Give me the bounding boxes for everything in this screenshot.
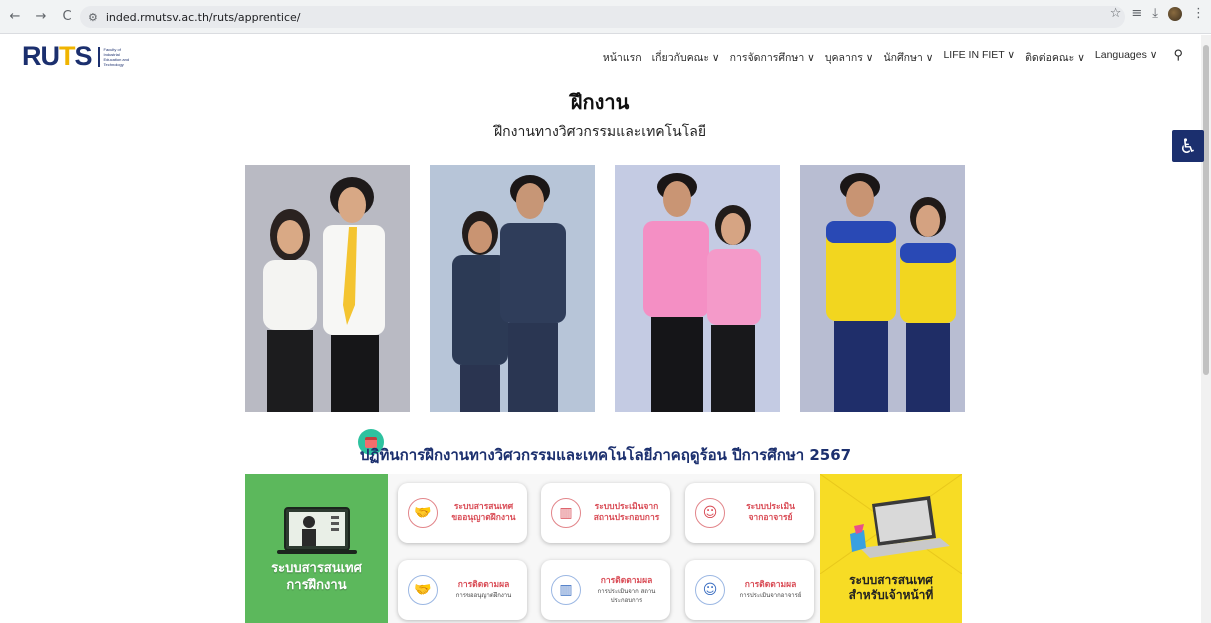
menu-item-education[interactable]: การจัดการศึกษา ∨ — [730, 49, 815, 66]
page-subtitle: ฝึกงานทางวิศวกรรมและเทคโนโลยี — [493, 124, 707, 140]
site-header: RUTS Faculty of Industrial Education and… — [0, 35, 1211, 79]
menu-item-contact[interactable]: ติดต่อคณะ ∨ — [1025, 49, 1085, 66]
computer-user-icon — [277, 507, 357, 554]
card-request-followup[interactable]: 🤝 การติดตามผล การขออนุญาตฝึกงาน — [398, 560, 527, 620]
menu-item-home[interactable]: หน้าแรก — [603, 49, 642, 66]
menu-item-students[interactable]: นักศึกษา ∨ — [883, 49, 933, 66]
laptop-icon — [820, 474, 962, 575]
internship-calendar-heading[interactable]: ปฏิทินการฝึกงานทางวิศวกรรมและเทคโนโลยีภา… — [0, 443, 1211, 467]
card-company-evaluation-followup[interactable]: ▥ การติดตามผล การประเมินจาก สถานประกอบการ — [541, 560, 670, 620]
bookmark-star-icon[interactable]: ☆ — [1110, 6, 1122, 21]
logo-subtitle: Faculty of Industrial Education and Tech… — [97, 46, 138, 67]
student-photo-3 — [615, 165, 780, 412]
faculty-logo[interactable]: RUTS Faculty of Industrial Education and… — [22, 41, 138, 72]
teacher-icon: ☺ — [695, 498, 725, 528]
download-icon[interactable]: ⤓ — [1152, 6, 1158, 21]
reading-list-icon[interactable]: ≡ — [1131, 6, 1142, 21]
student-photo-1 — [245, 165, 410, 412]
menu-item-about[interactable]: เกี่ยวกับคณะ ∨ — [652, 49, 720, 66]
menu-item-languages[interactable]: Languages ∨ — [1095, 49, 1158, 66]
student-photo-2 — [430, 165, 595, 412]
page-scrollbar[interactable] — [1201, 35, 1211, 623]
url-text: inded.rmutsv.ac.th/ruts/apprentice/ — [105, 10, 301, 24]
teacher-plus-icon: ☺ — [695, 575, 725, 605]
address-bar[interactable]: ⚙ inded.rmutsv.ac.th/ruts/apprentice/ — [80, 6, 1125, 28]
scrollbar-thumb[interactable] — [1203, 45, 1209, 375]
site-info-icon[interactable]: ⚙ — [88, 11, 98, 24]
back-button[interactable]: ← — [4, 6, 26, 28]
page-title: ฝึกงาน — [570, 90, 630, 114]
forward-button[interactable]: → — [30, 6, 52, 28]
reload-button[interactable]: C — [56, 6, 78, 28]
card-company-evaluation-system[interactable]: ▥ ระบบประเมินจาก สถานประกอบการ — [541, 483, 670, 543]
right-banner-label: ระบบสารสนเทศ สำหรับเจ้าหน้าที่ — [848, 573, 934, 602]
logo-wordmark: RUTS — [22, 41, 93, 71]
accessibility-icon[interactable]: ♿ — [1172, 130, 1204, 162]
search-icon[interactable]: ⚲ — [1173, 47, 1183, 66]
menu-item-personnel[interactable]: บุคลากร ∨ — [825, 49, 874, 66]
left-banner-label: ระบบสารสนเทศ การฝึกงาน — [271, 561, 362, 593]
menu-item-life-in-fiet[interactable]: LIFE IN FIET ∨ — [943, 49, 1015, 66]
browser-toolbar: ← → C ⚙ inded.rmutsv.ac.th/ruts/apprenti… — [0, 0, 1211, 34]
browser-actions: ☆ ≡ ⤓ ⋮ — [1110, 6, 1205, 21]
card-internship-request-system[interactable]: 🤝 ระบบสารสนเทศ ขออนุญาตฝึกงาน — [398, 483, 527, 543]
profile-avatar-icon[interactable] — [1168, 6, 1182, 21]
internship-info-system-banner[interactable]: ระบบสารสนเทศ การฝึกงาน — [245, 474, 388, 623]
student-photo-4 — [800, 165, 965, 412]
main-menu: หน้าแรก เกี่ยวกับคณะ ∨ การจัดการศึกษา ∨ … — [603, 47, 1183, 66]
handshake-plus-icon: 🤝 — [408, 575, 438, 605]
building-icon: ▥ — [551, 498, 581, 528]
browser-menu-icon[interactable]: ⋮ — [1192, 6, 1205, 21]
system-links-panel: 🤝 ระบบสารสนเทศ ขออนุญาตฝึกงาน ▥ ระบบประเม… — [388, 474, 820, 623]
card-teacher-evaluation-system[interactable]: ☺ ระบบประเมิน จากอาจารย์ — [685, 483, 814, 543]
card-teacher-evaluation-followup[interactable]: ☺ การติดตามผล การประเมินจากอาจารย์ — [685, 560, 814, 620]
building-plus-icon: ▥ — [551, 575, 581, 605]
handshake-icon: 🤝 — [408, 498, 438, 528]
staff-info-system-banner[interactable]: ระบบสารสนเทศ สำหรับเจ้าหน้าที่ — [820, 474, 962, 623]
